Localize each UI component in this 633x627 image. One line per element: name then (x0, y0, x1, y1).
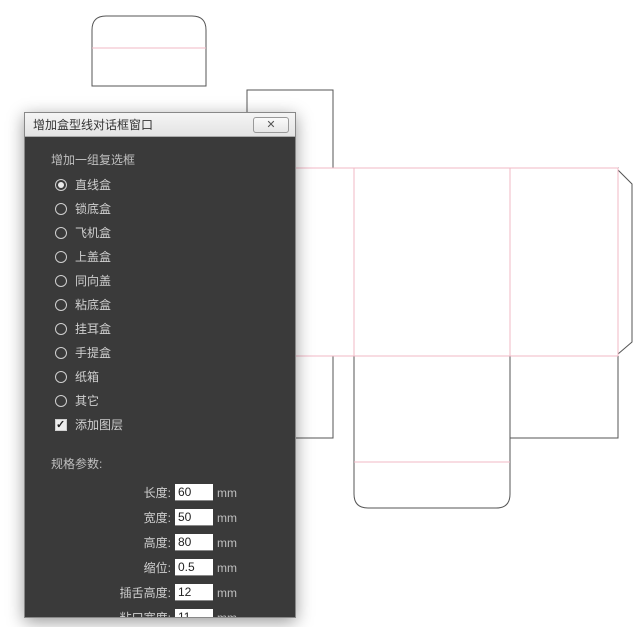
radio-icon[interactable] (55, 251, 67, 263)
opt-hang-box[interactable]: 挂耳盒 (55, 320, 279, 337)
radio-icon[interactable] (55, 371, 67, 383)
group-title: 增加一组复选框 (51, 151, 279, 168)
radio-icon[interactable] (55, 299, 67, 311)
opt-plane-box[interactable]: 飞机盒 (55, 224, 279, 241)
opt-lid-box[interactable]: 上盖盒 (55, 248, 279, 265)
opt-same-lid[interactable]: 同向盖 (55, 272, 279, 289)
unit-label: mm (217, 611, 235, 618)
param-glue-width: 粘口宽度: mm (55, 609, 279, 617)
checkbox-icon[interactable] (55, 419, 67, 431)
param-label: 粘口宽度: (119, 609, 171, 617)
option-label: 挂耳盒 (75, 320, 111, 337)
params-title: 规格参数: (51, 455, 279, 472)
param-tuck-height: 插舌高度: mm (55, 584, 279, 601)
option-label: 同向盖 (75, 272, 111, 289)
titlebar[interactable]: 增加盒型线对话框窗口 ✕ (25, 113, 295, 137)
param-input-tuck-height[interactable] (175, 584, 213, 601)
unit-label: mm (217, 561, 235, 575)
param-length: 长度: mm (55, 484, 279, 501)
radio-icon[interactable] (55, 203, 67, 215)
option-label: 粘底盒 (75, 296, 111, 313)
close-button[interactable]: ✕ (253, 117, 289, 133)
param-height: 高度: mm (55, 534, 279, 551)
unit-label: mm (217, 486, 235, 500)
unit-label: mm (217, 511, 235, 525)
radio-icon[interactable] (55, 323, 67, 335)
param-label: 长度: (119, 484, 171, 501)
opt-add-layer[interactable]: 添加图层 (55, 416, 279, 433)
option-label: 手提盒 (75, 344, 111, 361)
close-icon: ✕ (266, 118, 275, 131)
opt-other[interactable]: 其它 (55, 392, 279, 409)
option-label: 上盖盒 (75, 248, 111, 265)
opt-lock-box[interactable]: 锁底盒 (55, 200, 279, 217)
dialog-title: 增加盒型线对话框窗口 (31, 116, 253, 133)
option-label: 飞机盒 (75, 224, 111, 241)
unit-label: mm (217, 536, 235, 550)
radio-icon[interactable] (55, 227, 67, 239)
param-shrink: 缩位: mm (55, 559, 279, 576)
option-label: 添加图层 (75, 416, 123, 433)
param-label: 插舌高度: (119, 584, 171, 601)
param-input-height[interactable] (175, 534, 213, 551)
dialog-body: 增加一组复选框 直线盒锁底盒飞机盒上盖盒同向盖粘底盒挂耳盒手提盒纸箱其它添加图层… (25, 137, 295, 617)
param-input-length[interactable] (175, 484, 213, 501)
opt-line-box[interactable]: 直线盒 (55, 176, 279, 193)
add-box-dialog: 增加盒型线对话框窗口 ✕ 增加一组复选框 直线盒锁底盒飞机盒上盖盒同向盖粘底盒挂… (24, 112, 296, 618)
opt-carton[interactable]: 纸箱 (55, 368, 279, 385)
param-input-shrink[interactable] (175, 559, 213, 576)
params-list: 长度: mm 宽度: mm 高度: mm 缩位: mm 插舌高度: mm 粘口宽度: mm (55, 484, 279, 617)
option-list: 直线盒锁底盒飞机盒上盖盒同向盖粘底盒挂耳盒手提盒纸箱其它添加图层 (55, 176, 279, 433)
param-label: 宽度: (119, 509, 171, 526)
param-input-glue-width[interactable] (175, 609, 213, 617)
unit-label: mm (217, 586, 235, 600)
radio-icon[interactable] (55, 275, 67, 287)
param-label: 缩位: (119, 559, 171, 576)
param-width: 宽度: mm (55, 509, 279, 526)
radio-icon[interactable] (55, 395, 67, 407)
option-label: 锁底盒 (75, 200, 111, 217)
option-label: 直线盒 (75, 176, 111, 193)
opt-glue-box[interactable]: 粘底盒 (55, 296, 279, 313)
opt-handle-box[interactable]: 手提盒 (55, 344, 279, 361)
param-label: 高度: (119, 534, 171, 551)
radio-icon[interactable] (55, 347, 67, 359)
param-input-width[interactable] (175, 509, 213, 526)
radio-icon[interactable] (55, 179, 67, 191)
option-label: 纸箱 (75, 368, 99, 385)
option-label: 其它 (75, 392, 99, 409)
